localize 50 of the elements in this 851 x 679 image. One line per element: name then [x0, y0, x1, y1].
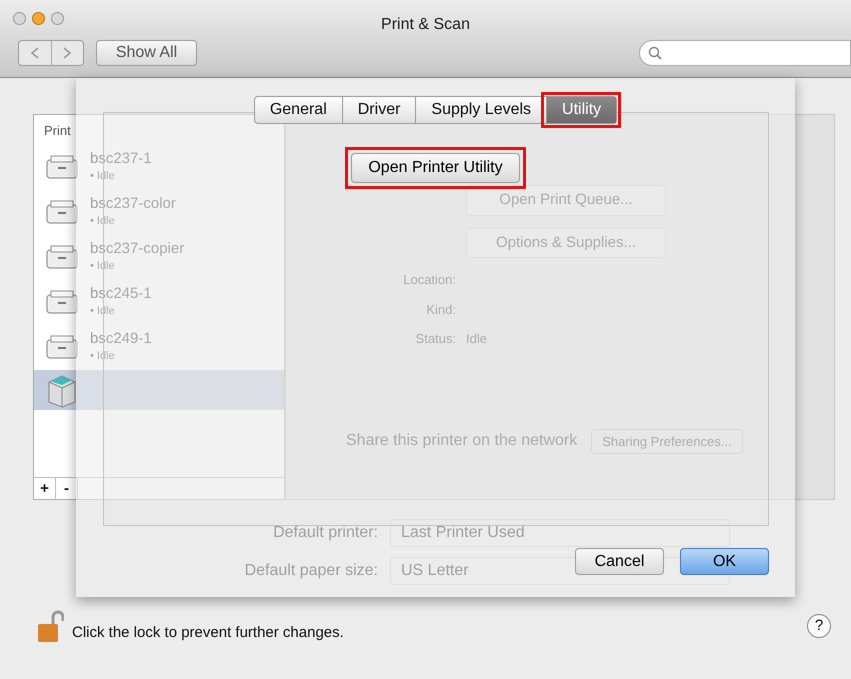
printer-list-item[interactable]: bsc245-1 • Idle: [34, 280, 284, 325]
window-control-icon[interactable]: [51, 12, 64, 25]
printer-list-item[interactable]: bsc237-color • Idle: [34, 190, 284, 235]
printer-list-item[interactable]: bsc237-copier • Idle: [34, 235, 284, 280]
printer-name: bsc249-1: [90, 331, 152, 348]
add-button[interactable]: +: [34, 478, 56, 499]
printer-name: bsc245-1: [90, 286, 152, 302]
printer-icon: [46, 244, 78, 270]
printer-icon: [46, 154, 78, 180]
setting-label: Default printer:: [272, 523, 379, 543]
help-button[interactable]: ?: [807, 614, 831, 638]
field-value: Idle: [466, 330, 487, 348]
field-label: Location:: [402, 271, 456, 289]
popup-menu[interactable]: Last Printer Used: [390, 519, 730, 547]
window-control-icon[interactable]: [13, 12, 26, 25]
lock-message: Click the lock to prevent further changes.: [72, 623, 344, 643]
dialog-button[interactable]: OK: [680, 548, 769, 575]
printer-list-item[interactable]: bsc237-1 • Idle: [34, 145, 284, 190]
forward-icon[interactable]: [62, 47, 72, 59]
printer-name: bsc237-1: [90, 151, 152, 168]
printer-status: • Idle: [90, 258, 116, 274]
window-control-icon[interactable]: [32, 12, 45, 25]
remove-button[interactable]: -: [56, 478, 78, 499]
tab[interactable]: Driver: [342, 97, 416, 123]
list-header: Print: [43, 122, 72, 140]
show-all-button[interactable]: Show All: [96, 40, 197, 66]
window-title: Print & Scan: [381, 15, 470, 35]
printer-status: • Idle: [90, 348, 116, 364]
printer-icon: [46, 290, 78, 316]
printer-status: • Idle: [90, 168, 116, 184]
printer-name: bsc237-color: [90, 196, 176, 212]
setting-label: Default paper size:: [244, 561, 379, 581]
printer-status: • Idle: [90, 214, 116, 228]
search-field[interactable]: [639, 40, 851, 66]
unlocked-lock-icon[interactable]: [38, 609, 64, 644]
printer-list-item[interactable]: [34, 370, 284, 410]
field-label: Status:: [414, 330, 456, 348]
search-icon: [648, 46, 662, 60]
tab[interactable]: General: [254, 97, 342, 123]
printer-icon: [46, 334, 78, 360]
printer-name: bsc237-copier: [90, 241, 184, 258]
share-checkbox-label: Share this printer on the network: [346, 431, 578, 452]
printer-icon: [46, 200, 78, 226]
printer-status: • Idle: [90, 304, 116, 318]
field-label: Kind:: [425, 300, 456, 318]
back-icon[interactable]: [30, 47, 40, 59]
dialog-button[interactable]: Cancel: [575, 548, 664, 575]
open-printer-utility-button[interactable]: Open Printer Utility: [351, 153, 520, 183]
printer-list-item[interactable]: bsc249-1 • Idle: [34, 325, 284, 370]
back-forward-control[interactable]: [18, 40, 84, 66]
